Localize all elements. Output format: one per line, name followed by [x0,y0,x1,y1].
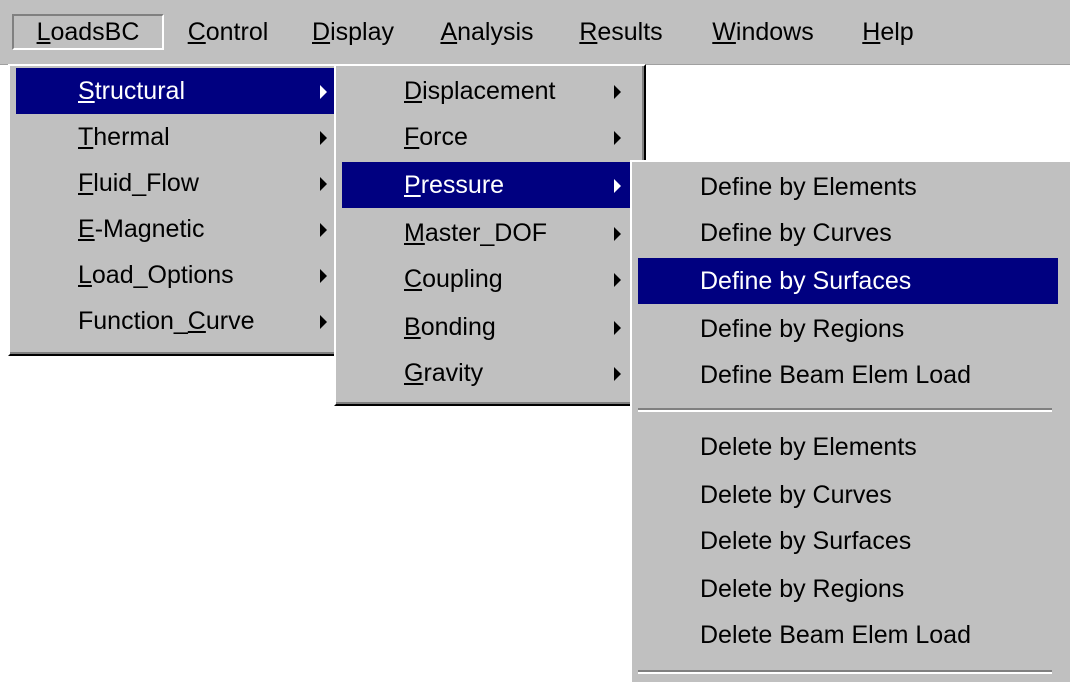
menu-item-gravity[interactable]: Gravity [342,350,638,396]
menu-bar: LoadsBC Control Display Analysis Results… [0,0,1070,65]
menu-windows[interactable]: Windows [700,14,826,50]
submenu-arrow-icon [320,131,327,145]
menu-item-bonding[interactable]: Bonding [342,304,638,350]
menu-item-structural[interactable]: Structural [16,68,340,114]
submenu-arrow-icon [614,179,621,193]
submenu-arrow-icon [320,223,327,237]
menu-item-delete-by-surfaces[interactable]: Delete by Surfaces [638,518,1058,564]
menu-control[interactable]: Control [180,14,276,50]
menu-item-coupling[interactable]: Coupling [342,256,638,302]
submenu-arrow-icon [614,321,621,335]
menu-item-pressure[interactable]: Pressure [342,162,638,208]
submenu-arrow-icon [320,269,327,283]
menu-item-delete-by-curves[interactable]: Delete by Curves [638,472,1058,518]
menu-item-master-dof[interactable]: Master_DOF [342,210,638,256]
menu-help[interactable]: Help [856,14,920,50]
submenu-arrow-icon [320,85,327,99]
submenu-arrow-icon [614,227,621,241]
menu-item-define-by-curves[interactable]: Define by Curves [638,210,1058,256]
menu-loadsbc[interactable]: LoadsBC [12,14,164,50]
menu-item-fluid-flow[interactable]: Fluid_Flow [16,160,340,206]
submenu-arrow-icon [614,131,621,145]
menu-item-delete-beam-elem-load[interactable]: Delete Beam Elem Load [638,612,1058,658]
menu-item-define-by-regions[interactable]: Define by Regions [638,306,1058,352]
pressure-submenu: Define by Elements Define by Curves Defi… [630,160,1070,682]
menu-separator [638,670,1052,674]
menu-item-define-beam-elem-load[interactable]: Define Beam Elem Load [638,352,1058,398]
loadsbc-dropdown: Structural Thermal Fluid_Flow E-Magnetic… [8,64,346,356]
menu-item-e-magnetic[interactable]: E-Magnetic [16,206,340,252]
menu-item-load-options[interactable]: Load_Options [16,252,340,298]
menu-item-displacement[interactable]: Displacement [342,68,638,114]
menu-item-function-curve[interactable]: Function_Curve [16,298,340,344]
menu-item-define-by-surfaces[interactable]: Define by Surfaces [638,258,1058,304]
menu-results[interactable]: Results [572,14,670,50]
menu-item-define-by-elements[interactable]: Define by Elements [638,164,1058,210]
submenu-arrow-icon [614,273,621,287]
submenu-arrow-icon [320,315,327,329]
menu-item-force[interactable]: Force [342,114,638,160]
submenu-arrow-icon [614,85,621,99]
submenu-arrow-icon [614,367,621,381]
menu-item-delete-by-regions[interactable]: Delete by Regions [638,566,1058,612]
menu-analysis[interactable]: Analysis [432,14,542,50]
submenu-arrow-icon [320,177,327,191]
menu-item-thermal[interactable]: Thermal [16,114,340,160]
menu-item-delete-by-elements[interactable]: Delete by Elements [638,424,1058,470]
menu-display[interactable]: Display [304,14,402,50]
structural-submenu: Displacement Force Pressure Master_DOF C… [334,64,646,406]
menu-separator [638,408,1052,412]
